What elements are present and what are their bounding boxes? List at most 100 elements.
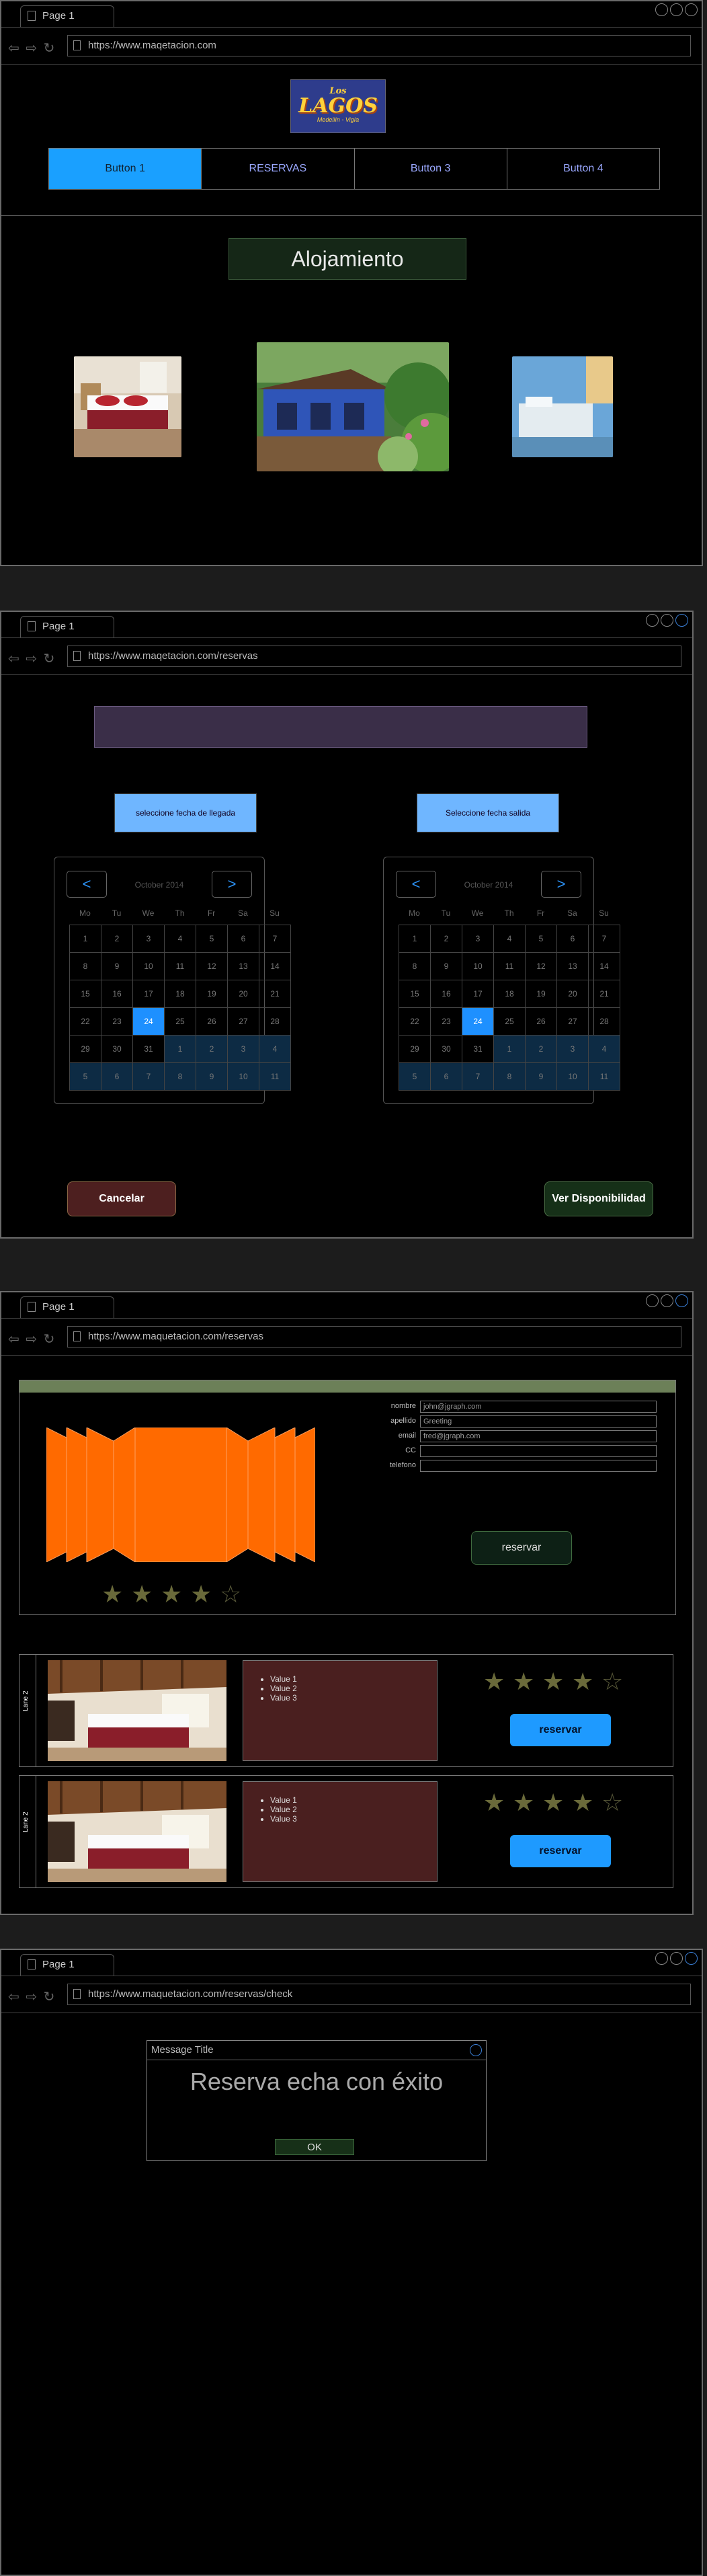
calendar-day[interactable]: 2 [101, 925, 133, 953]
logo[interactable]: Los LAGOS Medellín - Vigía [290, 79, 386, 133]
back-forward-reload-icons[interactable]: ⇦ ⇨ ↻ [8, 1331, 56, 1348]
nav-button-1[interactable]: Button 1 [49, 149, 202, 189]
calendar-day[interactable]: 9 [196, 1063, 228, 1091]
star-filled-icon[interactable]: ★ [542, 1670, 564, 1694]
calendar-day[interactable]: 11 [589, 1063, 620, 1091]
calendar-day[interactable]: 8 [165, 1063, 196, 1091]
maximize-icon[interactable] [670, 3, 683, 16]
room-photo[interactable] [48, 1660, 226, 1761]
room-photo[interactable] [48, 1781, 226, 1882]
minimize-icon[interactable] [646, 614, 659, 627]
close-icon[interactable] [685, 1952, 698, 1965]
calendar-day[interactable]: 5 [399, 1063, 431, 1091]
form-input-cc[interactable] [420, 1445, 657, 1457]
back-forward-reload-icons[interactable]: ⇦ ⇨ ↻ [8, 40, 56, 56]
star-empty-icon[interactable]: ☆ [601, 1670, 623, 1694]
calendar-day[interactable]: 11 [259, 1063, 291, 1091]
form-input-telefono[interactable] [420, 1460, 657, 1472]
calendar-day[interactable]: 3 [462, 925, 494, 953]
calendar-day[interactable]: 25 [165, 1008, 196, 1036]
calendar-day[interactable]: 7 [462, 1063, 494, 1091]
calendar-day[interactable]: 9 [526, 1063, 557, 1091]
calendar-day[interactable]: 16 [101, 980, 133, 1008]
calendar-day[interactable]: 18 [494, 980, 526, 1008]
dialog-close-icon[interactable] [470, 2044, 482, 2056]
close-icon[interactable] [685, 3, 698, 16]
calendar-day[interactable]: 3 [557, 1036, 589, 1063]
close-icon[interactable] [675, 1294, 688, 1307]
nav-button-3[interactable]: Button 3 [355, 149, 507, 189]
calendar-day[interactable]: 2 [526, 1036, 557, 1063]
star-filled-icon[interactable]: ★ [483, 1670, 505, 1694]
calendar-day[interactable]: 5 [196, 925, 228, 953]
next-month-button[interactable]: > [541, 871, 581, 898]
calendar-day[interactable]: 8 [70, 953, 101, 980]
maximize-icon[interactable] [661, 614, 673, 627]
star-filled-icon[interactable]: ★ [572, 1791, 593, 1815]
calendar-day[interactable]: 22 [399, 1008, 431, 1036]
room-photo-bedroom[interactable] [74, 356, 181, 457]
room-photo-blue[interactable] [512, 356, 613, 457]
maximize-icon[interactable] [661, 1294, 673, 1307]
calendar-day[interactable]: 12 [526, 953, 557, 980]
calendar-day[interactable]: 10 [228, 1063, 259, 1091]
browser-tab[interactable]: Page 1 [20, 1296, 114, 1318]
calendar-day[interactable]: 4 [589, 1036, 620, 1063]
next-month-button[interactable]: > [212, 871, 252, 898]
star-filled-icon[interactable]: ★ [190, 1582, 212, 1606]
calendar-day[interactable]: 7 [259, 925, 291, 953]
calendar-day[interactable]: 31 [133, 1036, 165, 1063]
calendar-day[interactable]: 8 [494, 1063, 526, 1091]
calendar-day[interactable]: 30 [431, 1036, 462, 1063]
calendar-day[interactable]: 11 [165, 953, 196, 980]
calendar-day[interactable]: 6 [101, 1063, 133, 1091]
calendar-day[interactable]: 28 [259, 1008, 291, 1036]
calendar-day[interactable]: 11 [494, 953, 526, 980]
browser-tab[interactable]: Page 1 [20, 5, 114, 27]
calendar-day[interactable]: 29 [399, 1036, 431, 1063]
url-field[interactable]: https://www.maquetacion.com/reservas/che… [67, 1984, 691, 2005]
reservar-button[interactable]: reservar [471, 1531, 572, 1565]
calendar-day[interactable]: 12 [196, 953, 228, 980]
calendar-day[interactable]: 4 [494, 925, 526, 953]
star-filled-icon[interactable]: ★ [542, 1791, 564, 1815]
calendar-day[interactable]: 2 [196, 1036, 228, 1063]
calendar-day[interactable]: 22 [70, 1008, 101, 1036]
calendar-day[interactable]: 15 [399, 980, 431, 1008]
star-filled-icon[interactable]: ★ [513, 1791, 534, 1815]
calendar-day[interactable]: 1 [494, 1036, 526, 1063]
calendar-day[interactable]: 10 [462, 953, 494, 980]
back-forward-reload-icons[interactable]: ⇦ ⇨ ↻ [8, 650, 56, 667]
calendar-day[interactable]: 5 [526, 925, 557, 953]
calendar-day[interactable]: 31 [462, 1036, 494, 1063]
nav-button-4[interactable]: Button 4 [507, 149, 659, 189]
calendar-day[interactable]: 5 [70, 1063, 101, 1091]
calendar-day[interactable]: 20 [557, 980, 589, 1008]
calendar-day[interactable]: 3 [133, 925, 165, 953]
calendar-day[interactable]: 27 [228, 1008, 259, 1036]
calendar-day[interactable]: 17 [462, 980, 494, 1008]
calendar-day[interactable]: 14 [589, 953, 620, 980]
departure-date-button[interactable]: Seleccione fecha salida [417, 793, 559, 832]
calendar-day[interactable]: 7 [133, 1063, 165, 1091]
calendar-day[interactable]: 27 [557, 1008, 589, 1036]
calendar-day[interactable]: 25 [494, 1008, 526, 1036]
check-availability-button[interactable]: Ver Disponibilidad [544, 1181, 653, 1216]
calendar-day[interactable]: 6 [431, 1063, 462, 1091]
reservar-room-button[interactable]: reservar [510, 1714, 611, 1746]
calendar-day[interactable]: 26 [196, 1008, 228, 1036]
calendar-day[interactable]: 9 [101, 953, 133, 980]
calendar-day[interactable]: 4 [259, 1036, 291, 1063]
calendar-day[interactable]: 20 [228, 980, 259, 1008]
maximize-icon[interactable] [670, 1952, 683, 1965]
minimize-icon[interactable] [655, 3, 668, 16]
calendar-day[interactable]: 13 [228, 953, 259, 980]
calendar-day[interactable]: 1 [70, 925, 101, 953]
calendar-day[interactable]: 23 [101, 1008, 133, 1036]
calendar-day[interactable]: 21 [259, 980, 291, 1008]
calendar-day[interactable]: 23 [431, 1008, 462, 1036]
calendar-day[interactable]: 10 [133, 953, 165, 980]
calendar-day[interactable]: 1 [165, 1036, 196, 1063]
calendar-day[interactable]: 19 [526, 980, 557, 1008]
browser-tab[interactable]: Page 1 [20, 1954, 114, 1976]
